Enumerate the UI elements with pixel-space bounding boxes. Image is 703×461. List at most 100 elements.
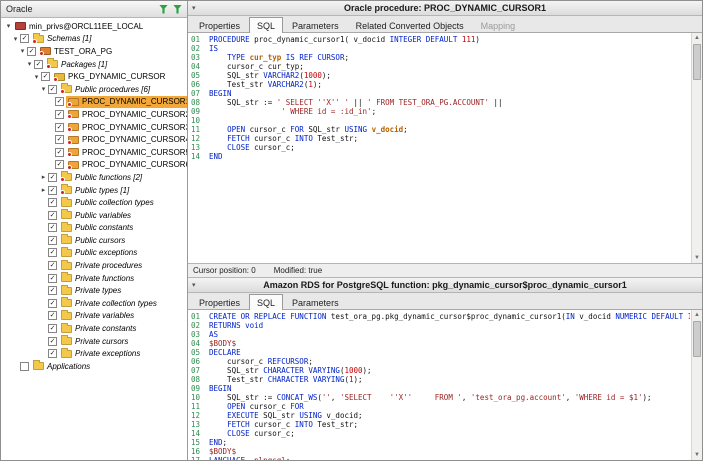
tree-item-private-types[interactable]: ✓Private types [1,284,187,297]
postgres-tab-properties[interactable]: Properties [191,295,248,309]
tree-node: PROC_DYNAMIC_CURSOR2 [66,108,187,120]
tree-checkbox[interactable]: ✓ [48,248,57,257]
collapse-panel-icon[interactable]: ▾ [192,281,196,289]
tree-item-label: PROC_DYNAMIC_CURSOR4 [82,135,187,144]
tree-checkbox[interactable]: ✓ [20,34,29,43]
collapse-panel-icon[interactable]: ▾ [192,4,196,12]
tree-checkbox[interactable]: ✓ [41,72,50,81]
filter-icon[interactable] [159,5,168,14]
tree-item-public-variables[interactable]: ✓Public variables [1,209,187,222]
tree-item-schemas-1-[interactable]: ▾✓Schemas [1] [1,33,187,46]
tree-filter-icon[interactable] [173,5,182,14]
oracle-tab-parameters[interactable]: Parameters [284,18,347,32]
tree-item-private-variables[interactable]: ✓Private variables [1,310,187,323]
tree-checkbox[interactable]: ✓ [34,60,43,69]
tree-checkbox[interactable]: ✓ [27,47,36,56]
postgres-tab-sql[interactable]: SQL [249,294,283,310]
tree-checkbox[interactable]: ✓ [48,337,57,346]
tree-item-proc-dynamic-cursor4[interactable]: ✓ PROC_DYNAMIC_CURSOR4 [1,133,187,146]
tree-item-proc-dynamic-cursor6[interactable]: ✓PROC_DYNAMIC_CURSOR6 [1,159,187,172]
expand-down-icon[interactable]: ▾ [32,73,41,81]
scroll-down-icon[interactable]: ▼ [692,450,702,460]
oracle-code: 01PROCEDURE proc_dynamic_cursor1( v_doci… [191,35,690,263]
tree-item-packages-1-[interactable]: ▾✓Packages [1] [1,58,187,71]
line-number: 06 [191,357,203,366]
expand-down-icon[interactable]: ▾ [11,35,20,43]
code-line: 13 CLOSE cursor_c; [191,143,690,152]
tree-checkbox[interactable]: ✓ [48,324,57,333]
tree-item-pkg-dynamic-cursor[interactable]: ▾✓PKG_DYNAMIC_CURSOR [1,70,187,83]
tree-item-proc-dynamic-cursor1[interactable]: ✓PROC_DYNAMIC_CURSOR1 [1,96,187,109]
tree-checkbox[interactable]: ✓ [55,135,64,144]
tree-item-private-exceptions[interactable]: ✓Private exceptions [1,347,187,360]
tree-item-public-cursors[interactable]: ✓Public cursors [1,234,187,247]
tree-checkbox[interactable]: ✓ [48,173,57,182]
tree-checkbox[interactable]: ✓ [48,311,57,320]
tree-checkbox[interactable]: ✓ [48,274,57,283]
folder-icon [33,362,44,370]
tree-checkbox[interactable]: ✓ [48,261,57,270]
scroll-down-icon[interactable]: ▼ [692,253,702,263]
tree-item-applications[interactable]: Applications [1,360,187,373]
oracle-source-titlebar: ▾ Oracle procedure: PROC_DYNAMIC_CURSOR1 [188,1,702,16]
scroll-up-icon[interactable]: ▲ [692,33,702,43]
tree-checkbox[interactable]: ✓ [48,223,57,232]
tree-item-private-procedures[interactable]: ✓Private procedures [1,259,187,272]
tree-checkbox[interactable] [20,362,29,371]
tree-item-label: Public procedures [6] [75,85,150,94]
oracle-tab-sql[interactable]: SQL [249,17,283,33]
tree-checkbox[interactable]: ✓ [48,349,57,358]
code-text: SQL_str VARCHAR2(1000); [209,71,331,80]
scroll-up-icon[interactable]: ▲ [692,310,702,320]
expand-right-icon[interactable]: ▸ [39,186,48,194]
expand-right-icon[interactable]: ▸ [39,173,48,181]
tree-checkbox[interactable]: ✓ [48,198,57,207]
tree-item-private-constants[interactable]: ✓Private constants [1,322,187,335]
postgres-sql-editor[interactable]: 01CREATE OR REPLACE FUNCTION test_ora_pg… [188,310,702,460]
tree-item-public-types-1-[interactable]: ▸✓Public types [1] [1,184,187,197]
folder-icon [61,249,72,257]
postgres-tab-parameters[interactable]: Parameters [284,295,347,309]
oracle-tab-properties[interactable]: Properties [191,18,248,32]
tree-checkbox[interactable]: ✓ [55,110,64,119]
line-number: 12 [191,134,203,143]
vertical-scrollbar[interactable]: ▲ ▼ [691,310,702,460]
tree-item-public-constants[interactable]: ✓Public constants [1,222,187,235]
tree-item-proc-dynamic-cursor2[interactable]: ✓PROC_DYNAMIC_CURSOR2 [1,108,187,121]
tree-checkbox[interactable]: ✓ [48,286,57,295]
scroll-thumb[interactable] [693,44,701,80]
panel-header-icons [159,5,182,14]
tree-checkbox[interactable]: ✓ [48,299,57,308]
scroll-thumb[interactable] [693,321,701,357]
tree-checkbox[interactable]: ✓ [55,160,64,169]
tree-item-proc-dynamic-cursor5[interactable]: ✓PROC_DYNAMIC_CURSOR5 [1,146,187,159]
tree-checkbox[interactable]: ✓ [55,123,64,132]
tree-checkbox[interactable]: ✓ [48,236,57,245]
tree-item-min-privs-orcl11ee-local[interactable]: ▾min_privs@ORCL11EE_LOCAL [1,20,187,33]
tree-item-private-collection-types[interactable]: ✓Private collection types [1,297,187,310]
tree-item-private-cursors[interactable]: ✓Private cursors [1,335,187,348]
code-text: CLOSE cursor_c; [209,143,295,152]
oracle-object-tree: ▾min_privs@ORCL11EE_LOCAL▾✓Schemas [1]▾✓… [1,18,187,460]
tree-item-proc-dynamic-cursor3[interactable]: ✓PROC_DYNAMIC_CURSOR3 [1,121,187,134]
tree-item-public-functions-2-[interactable]: ▸✓Public functions [2] [1,171,187,184]
tree-checkbox[interactable]: ✓ [55,148,64,157]
expand-down-icon[interactable]: ▾ [4,22,13,30]
folder-icon [61,173,72,181]
tree-item-test-ora-pg[interactable]: ▾✓TEST_ORA_PG [1,45,187,58]
tree-item-public-procedures-6-[interactable]: ▾✓ Public procedures [6] [1,83,187,96]
tree-node: Private variables [59,310,136,322]
tree-checkbox[interactable]: ✓ [48,85,57,94]
tree-checkbox[interactable]: ✓ [55,97,64,106]
tree-checkbox[interactable]: ✓ [48,186,57,195]
tree-item-public-collection-types[interactable]: ✓Public collection types [1,196,187,209]
tree-checkbox[interactable]: ✓ [48,211,57,220]
oracle-sql-editor[interactable]: 01PROCEDURE proc_dynamic_cursor1( v_doci… [188,33,702,263]
expand-down-icon[interactable]: ▾ [39,85,48,93]
oracle-tab-related-converted-objects[interactable]: Related Converted Objects [348,18,472,32]
expand-down-icon[interactable]: ▾ [18,47,27,55]
tree-item-private-functions[interactable]: ✓Private functions [1,272,187,285]
tree-item-public-exceptions[interactable]: ✓Public exceptions [1,247,187,260]
expand-down-icon[interactable]: ▾ [25,60,34,68]
vertical-scrollbar[interactable]: ▲ ▼ [691,33,702,263]
